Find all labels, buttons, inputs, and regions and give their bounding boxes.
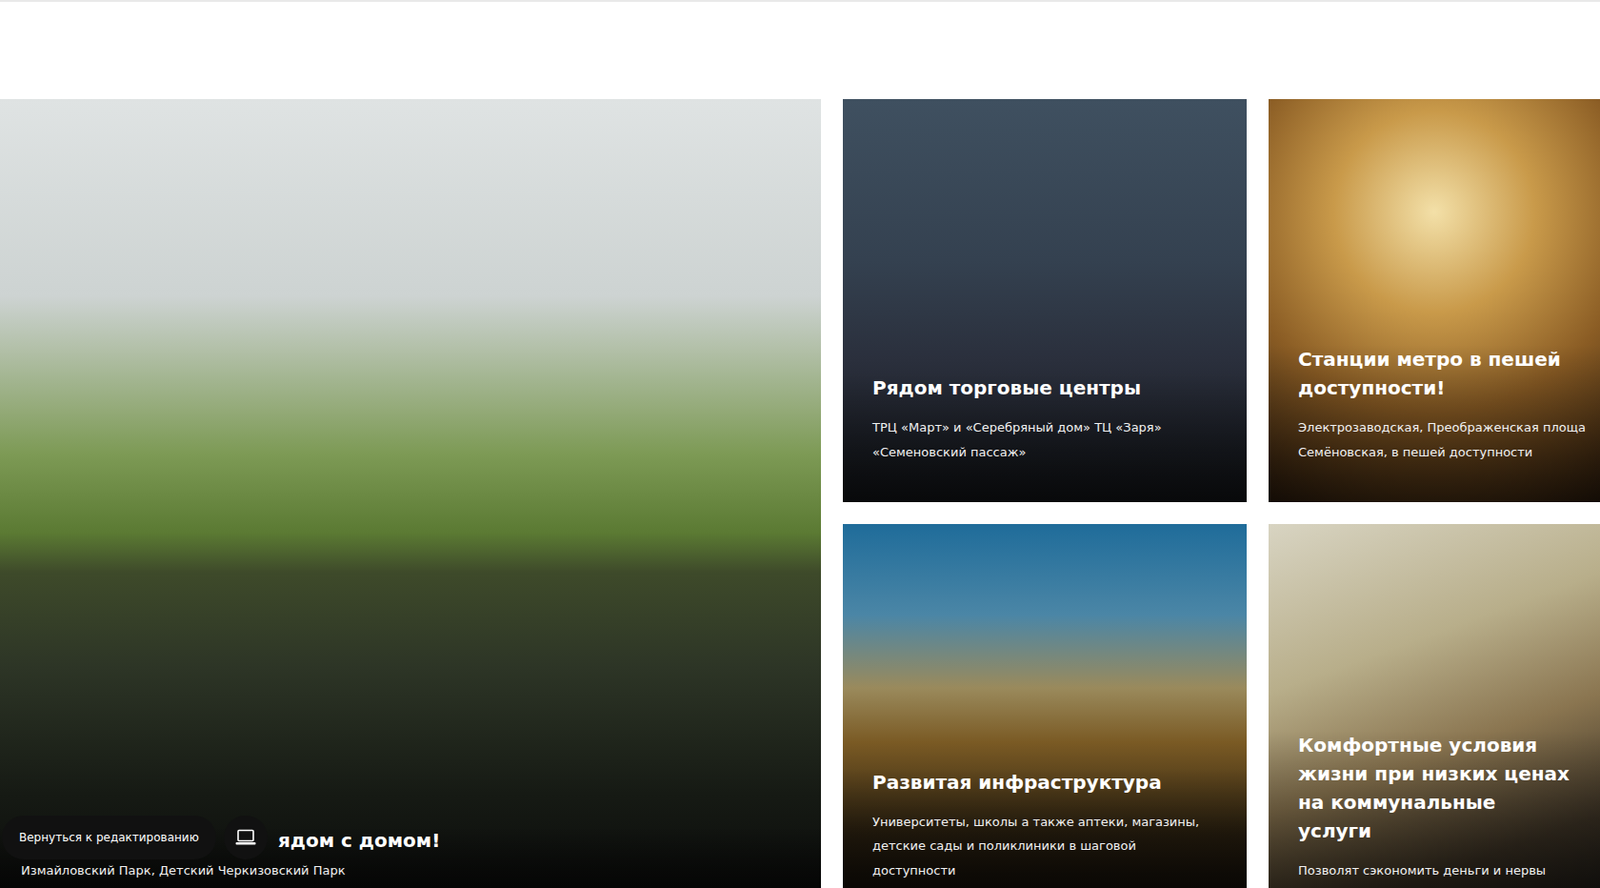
- feature-card[interactable]: Комфортные условия жизни при низких цена…: [1268, 523, 1600, 888]
- description-line: Электрозаводская, Преображенская площа: [1298, 415, 1574, 440]
- feature-card[interactable]: Рядом торговые центры ТРЦ «Март» и «Сереб…: [842, 99, 1247, 502]
- card-description: Позволят сэкономить деньги и нервы: [1298, 858, 1574, 882]
- card-title: Развитая инфраструктура: [872, 767, 1220, 797]
- description-line: Университеты, школы а также аптеки, мага…: [872, 809, 1220, 834]
- description-line: Позволят сэкономить деньги и нервы: [1298, 858, 1574, 882]
- card-caption: Комфортные условия жизни при низких цена…: [1268, 730, 1600, 888]
- card-title: Станции метро в пешей доступности!: [1298, 344, 1574, 402]
- card-description: Электрозаводская, Преображенская площаСе…: [1298, 415, 1574, 464]
- description-line: детские сады и поликлиники в шаговой: [872, 833, 1220, 858]
- description-line: «Семеновский пассаж»: [872, 440, 1220, 464]
- card-description: Университеты, школы а также аптеки, мага…: [872, 809, 1220, 882]
- description-line: Семёновская, в пешей доступности: [1298, 440, 1574, 464]
- laptop-icon: [235, 828, 257, 846]
- card-description: ТРЦ «Март» и «Серебряный дом» ТЦ «Заря»«…: [872, 415, 1220, 464]
- feature-card[interactable]: ядом с домом!Измайловский Парк, Детский …: [0, 99, 821, 888]
- description-line: доступности: [872, 858, 1220, 882]
- top-bar: [0, 0, 1600, 100]
- card-caption: Развитая инфраструктура Университеты, шко…: [842, 767, 1247, 888]
- back-to-edit-button[interactable]: Вернуться к редактированию: [1, 815, 217, 860]
- card-title: Комфортные условия жизни при низких цена…: [1298, 730, 1574, 845]
- feature-card[interactable]: Развитая инфраструктура Университеты, шко…: [842, 523, 1247, 888]
- feature-description: Измайловский Парк, Детский Черкизовский …: [20, 858, 802, 882]
- card-caption: Станции метро в пешей доступности! Электр…: [1268, 344, 1600, 502]
- feature-card[interactable]: Станции метро в пешей доступности! Электр…: [1268, 99, 1600, 502]
- description-line: ТРЦ «Март» и «Серебряный дом» ТЦ «Заря»: [872, 415, 1220, 440]
- card-title: Рядом торговые центры: [872, 373, 1220, 402]
- card-caption: Рядом торговые центры ТРЦ «Март» и «Сереб…: [842, 373, 1247, 502]
- edit-overlay: Вернуться к редактированию: [1, 815, 268, 860]
- feature-grid: ядом с домом!Измайловский Парк, Детский …: [0, 99, 1600, 888]
- preview-button[interactable]: [223, 815, 268, 860]
